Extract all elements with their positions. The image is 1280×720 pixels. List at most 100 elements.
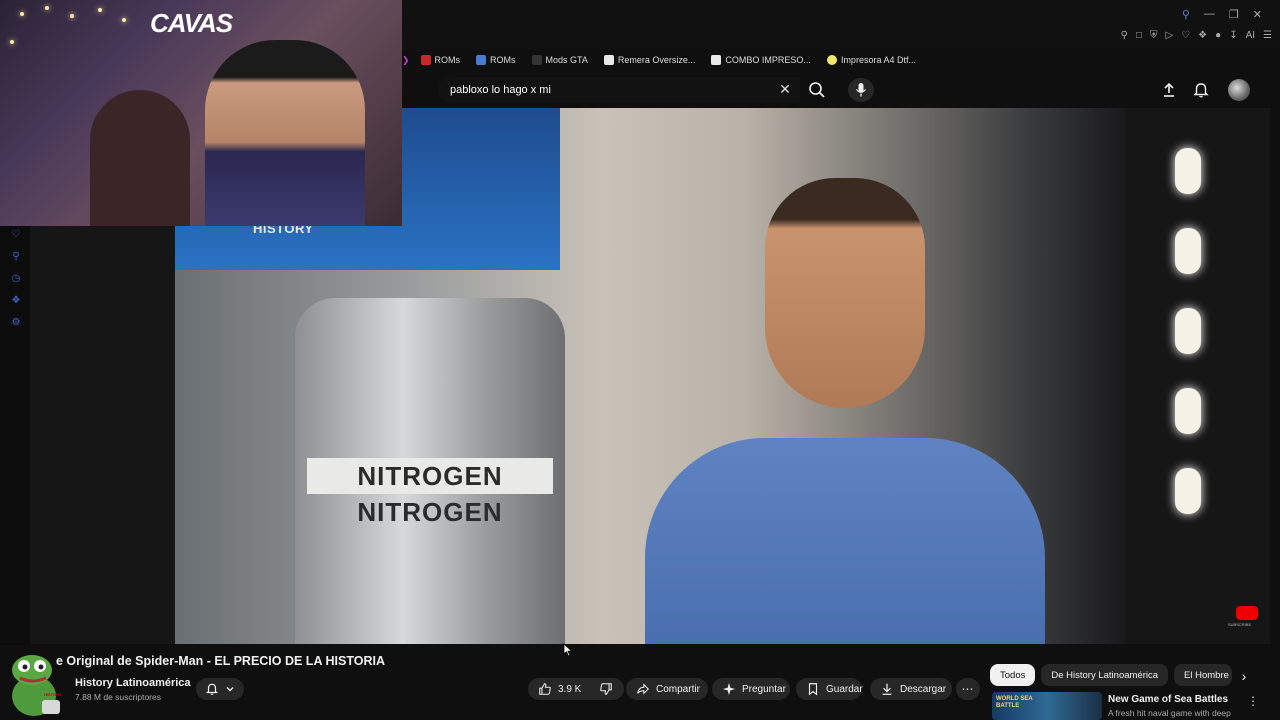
restore-icon[interactable]: ❐ [1229, 8, 1239, 21]
fairy-light [70, 14, 74, 18]
fairy-light [122, 18, 126, 22]
shield-icon[interactable]: ⛨ [1150, 30, 1158, 41]
chip-related[interactable]: El Hombre a [1174, 664, 1233, 686]
heart-icon[interactable]: ♡ [10, 229, 22, 241]
bookmarks-bar: ❯ ROMs ROMs Mods GTA Remera Oversize... … [402, 50, 1280, 70]
mouse-cursor-icon [563, 643, 573, 657]
light-bulb [1175, 468, 1201, 514]
ask-label: Preguntar [742, 683, 786, 695]
pin-icon[interactable]: ⚲ [10, 251, 22, 263]
download-label: Descargar [900, 683, 947, 695]
streamer-right [205, 40, 365, 226]
bookmark-label: ROMs [490, 55, 516, 65]
fairy-light [45, 6, 49, 10]
webcam-overlay: CAVAS [0, 0, 402, 226]
notifications-button[interactable] [1192, 81, 1210, 99]
bell-icon [205, 683, 219, 695]
download-icon [882, 683, 892, 695]
bookmark-item[interactable]: Remera Oversize... [599, 55, 701, 65]
bookmark-label: ROMs [434, 55, 461, 65]
share-button[interactable]: Compartir [626, 678, 708, 700]
bookmark-shop-icon [603, 55, 614, 65]
upload-button[interactable] [1160, 81, 1178, 99]
microphone-icon [855, 83, 867, 97]
channel-avatar-text: HISTORY [44, 692, 62, 697]
extensions-icon[interactable]: ❖ [10, 295, 22, 307]
close-window-icon[interactable]: ✕ [1253, 8, 1262, 21]
interviewee-head [765, 178, 925, 408]
snapshot-icon[interactable]: □ [1136, 30, 1142, 41]
subscriber-count: 7.88 M de suscriptores [75, 692, 161, 702]
extensions-icon[interactable]: ❖ [1198, 30, 1207, 41]
search-button[interactable] [804, 77, 830, 103]
like-button[interactable]: 3.9 K [538, 682, 581, 696]
bell-icon [1193, 83, 1209, 98]
share-icon [637, 683, 649, 695]
bookmark-label: COMBO IMPRESO... [725, 55, 811, 65]
history-icon[interactable]: ◷ [10, 273, 22, 285]
stream-logo: CAVAS [150, 8, 233, 38]
recommendation-thumbnail[interactable]: WORLD SEA BATTLE [992, 692, 1102, 720]
fairy-light [98, 8, 102, 12]
bookmark-game-icon [476, 55, 487, 65]
light-bulb [1175, 308, 1201, 354]
bookmarks-chevron-icon[interactable]: ❯ [402, 55, 410, 66]
like-count: 3.9 K [558, 683, 582, 695]
save-button[interactable]: Guardar [796, 678, 863, 700]
voice-search-button[interactable] [848, 78, 874, 102]
search-box[interactable] [438, 77, 800, 103]
bookmark-item[interactable]: COMBO IMPRESO... [706, 55, 816, 65]
light-bulb [1175, 148, 1201, 194]
ask-button[interactable]: Preguntar [712, 678, 790, 700]
bookmark-label: Impresora A4 Dtf... [840, 55, 916, 65]
subscribe-watermark-icon[interactable] [1236, 606, 1258, 620]
browser-side-rail: ♡ ⚲ ◷ ❖ ⚙ [0, 225, 32, 645]
heart-icon[interactable]: ♡ [1181, 30, 1190, 41]
more-horizontal-icon: ⋯ [961, 682, 975, 696]
search-icon [809, 82, 825, 98]
bookmark-item[interactable]: Mods GTA [527, 55, 593, 65]
light-bulb [1175, 228, 1201, 274]
bookmark-item[interactable]: ROMs [471, 55, 521, 65]
profile-icon[interactable]: ● [1215, 30, 1221, 41]
chip-all[interactable]: Todos [990, 664, 1036, 686]
chevron-right-icon[interactable]: › [1236, 668, 1252, 684]
fairy-light [10, 40, 14, 44]
clear-search-icon[interactable]: ✕ [776, 80, 794, 98]
menu-icon[interactable]: ☰ [1263, 30, 1272, 41]
ai-extension-icon[interactable]: AI [1246, 30, 1255, 41]
subscribe-watermark-label: SUBSCRIBE [1228, 622, 1252, 627]
window-controls: ⚲ — ❐ ✕ [1182, 8, 1262, 21]
light-bulb [1175, 388, 1201, 434]
upload-icon [1164, 82, 1174, 97]
pin-icon[interactable]: ⚲ [1121, 30, 1128, 41]
recommendation-chips: Todos De History Latinoamérica El Hombre… [990, 664, 1233, 686]
download-icon[interactable]: ↧ [1229, 30, 1237, 41]
bookmark-label: Mods GTA [545, 55, 588, 65]
mirror-lights [1175, 148, 1205, 578]
tank-label: NITROGEN NITROGEN [307, 458, 553, 527]
bookmark-item[interactable]: ROMs [416, 55, 466, 65]
chip-from-channel[interactable]: De History Latinoamérica [1041, 664, 1169, 686]
account-avatar[interactable] [1228, 79, 1250, 101]
video-title: e Original de Spider-Man - EL PRECIO DE … [56, 654, 385, 668]
more-actions-button[interactable]: ⋯ [956, 678, 980, 700]
more-vertical-icon[interactable]: ⋮ [1246, 694, 1260, 710]
search-tabs-icon[interactable]: ⚲ [1182, 8, 1190, 21]
subscription-bell-button[interactable] [196, 678, 244, 700]
interviewee [615, 138, 1075, 644]
video-title-row: e Original de Spider-Man - EL PRECIO DE … [0, 650, 980, 672]
download-button[interactable]: Descargar [870, 678, 952, 700]
search-input[interactable] [448, 83, 752, 97]
thumbs-up-icon [539, 683, 551, 695]
share-label: Compartir [656, 683, 700, 695]
settings-icon[interactable]: ⚙ [10, 317, 22, 329]
dislike-button[interactable] [590, 678, 622, 700]
minimize-icon[interactable]: — [1204, 8, 1215, 21]
channel-name[interactable]: History Latinoamérica [75, 677, 191, 689]
recommendation-title[interactable]: New Game of Sea Battles [1108, 694, 1228, 705]
fairy-light [20, 12, 24, 16]
thumbs-down-icon [600, 683, 612, 695]
play-icon[interactable]: ▷ [1166, 30, 1174, 41]
bookmark-item[interactable]: Impresora A4 Dtf... [822, 55, 921, 65]
